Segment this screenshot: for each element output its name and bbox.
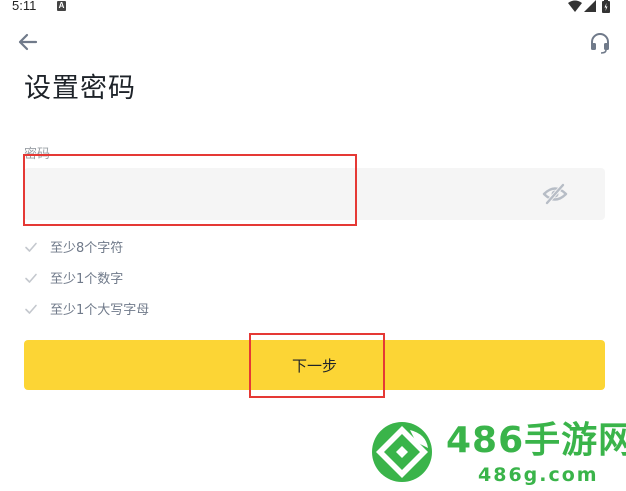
check-icon: [25, 273, 37, 283]
battery-icon: [602, 0, 610, 13]
arrow-left-icon[interactable]: [16, 32, 38, 52]
rule-text: 至少1个数字: [50, 272, 124, 287]
screen: 5:11 A 设置密码 密码 至少8个字符 至少1个数字 至少1个大写字母 下一…: [0, 0, 626, 491]
rule-item: 至少1个大写字母: [24, 293, 149, 324]
status-bar: 5:11 A: [0, 0, 626, 16]
eye-off-icon[interactable]: [542, 182, 568, 206]
wifi-icon: [568, 0, 582, 12]
watermark-logo-icon: [372, 422, 432, 482]
password-label: 密码: [24, 147, 51, 162]
password-rules: 至少8个字符 至少1个数字 至少1个大写字母: [24, 231, 149, 324]
status-icons: [568, 0, 618, 14]
watermark-domain: 486g.com: [478, 464, 599, 486]
rule-item: 至少8个字符: [24, 231, 149, 262]
check-icon: [25, 242, 37, 252]
signal-icon: [584, 0, 596, 12]
next-button[interactable]: 下一步: [24, 340, 605, 390]
password-field[interactable]: [24, 168, 605, 220]
status-time: 5:11: [12, 0, 37, 13]
rule-text: 至少1个大写字母: [50, 303, 150, 318]
password-input[interactable]: [24, 168, 524, 220]
watermark: 486手游网 486g.com: [368, 418, 626, 491]
rule-text: 至少8个字符: [50, 241, 124, 256]
rule-item: 至少1个数字: [24, 262, 149, 293]
watermark-name: 486手游网: [446, 420, 626, 461]
check-icon: [25, 304, 37, 314]
headset-icon[interactable]: [589, 32, 611, 54]
notification-a-icon: A: [57, 1, 66, 11]
page-title: 设置密码: [24, 73, 136, 104]
